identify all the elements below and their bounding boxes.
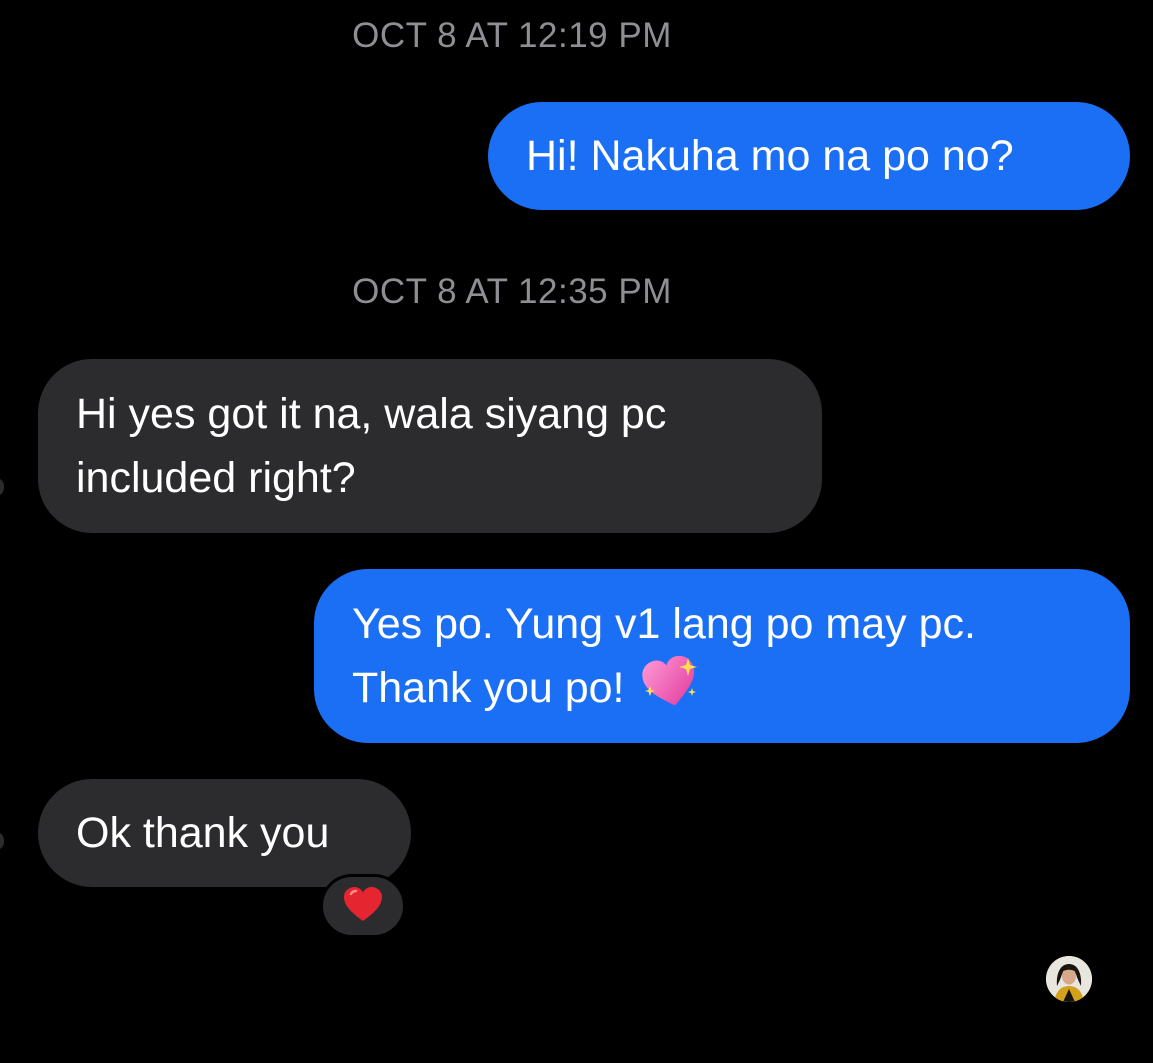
message-reaction[interactable] bbox=[320, 874, 406, 938]
outgoing-message-bubble[interactable]: Yes po. Yung v1 lang po may pc. Thank yo… bbox=[314, 569, 1130, 743]
sparkling-heart-icon bbox=[642, 655, 700, 726]
message-text-line: Hi yes got it na, wala siyang pc bbox=[76, 390, 667, 438]
timestamp: OCT 8 AT 12:19 PM bbox=[352, 16, 672, 55]
message-text-line: included right? bbox=[76, 454, 356, 502]
outgoing-message-bubble[interactable]: Hi! Nakuha mo na po no? bbox=[488, 102, 1130, 210]
message-text: Ok thank you bbox=[76, 809, 330, 857]
red-heart-icon bbox=[342, 885, 384, 928]
incoming-message-bubble[interactable]: Hi yes got it na, wala siyang pc include… bbox=[38, 359, 822, 533]
timestamp: OCT 8 AT 12:35 PM bbox=[352, 272, 672, 311]
sender-avatar-edge bbox=[0, 478, 4, 496]
message-text: Thank you po! bbox=[352, 664, 625, 712]
message-text-line-with-emoji: Thank you po! bbox=[352, 655, 1092, 726]
message-text-line: Yes po. Yung v1 lang po may pc. bbox=[352, 600, 976, 648]
avatar-icon bbox=[1046, 956, 1092, 1002]
avatar[interactable] bbox=[1046, 956, 1092, 1002]
message-text: Hi! Nakuha mo na po no? bbox=[526, 132, 1014, 180]
incoming-message-bubble[interactable]: Ok thank you bbox=[38, 779, 411, 887]
sender-avatar-edge bbox=[0, 832, 4, 850]
